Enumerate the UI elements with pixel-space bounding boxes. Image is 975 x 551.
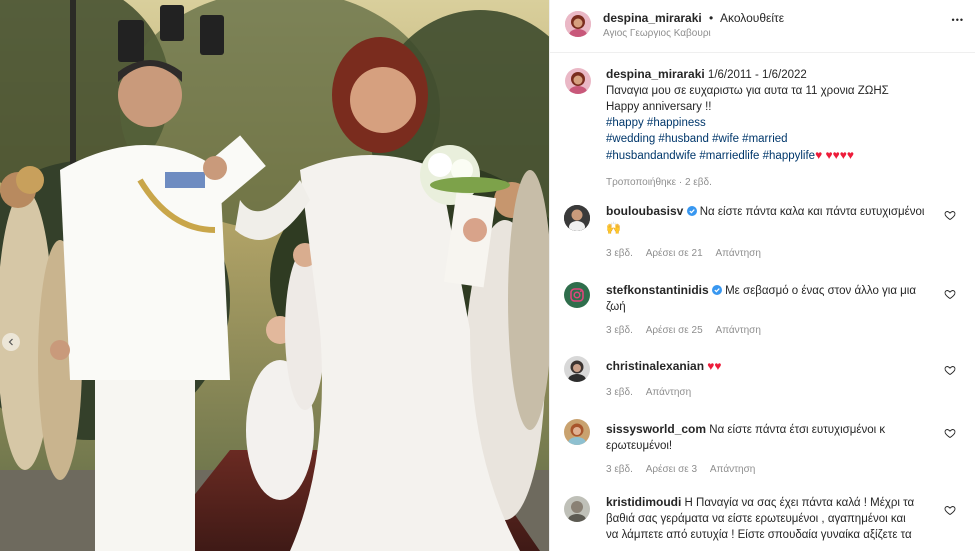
- comment-text: ερωτευμένοι!: [606, 440, 673, 452]
- comment-username[interactable]: stefkonstantinidis: [606, 283, 709, 297]
- post-sidebar: despina_miraraki • Ακολουθείτε Αγιος Γεω…: [549, 0, 975, 551]
- caption-edited-time: Τροποποιήθηκε · 2 εβδ.: [606, 177, 712, 188]
- avatar-image: [564, 205, 590, 231]
- post-location[interactable]: Αγιος Γεωργιος Καβουρι: [603, 28, 711, 39]
- comment-text: να λάμπετε από ευτυχία ! Είστε σπουδαία …: [606, 529, 912, 541]
- avatar-image: [564, 419, 590, 445]
- post-photo: [0, 0, 549, 551]
- header-separator: •: [709, 11, 714, 25]
- heart-icon[interactable]: [944, 288, 956, 300]
- comment-text: Να είστε πάντα καλα και πάντα ευτυχισμέν…: [699, 206, 925, 218]
- avatar-image: [564, 356, 590, 382]
- heart-icon[interactable]: [944, 364, 956, 376]
- comment-username[interactable]: bouloubasisv: [606, 204, 683, 218]
- comment-text: Η Παναγία να σας έχει πάντα καλά ! Μέχρι…: [684, 497, 915, 509]
- caption-hashtags[interactable]: #wedding #husband #wife #married: [606, 131, 966, 147]
- post-header: despina_miraraki • Ακολουθείτε Αγιος Γεω…: [550, 0, 975, 53]
- avatar[interactable]: [564, 419, 590, 445]
- heart-icon[interactable]: [944, 504, 956, 516]
- comment-body: stefkonstantinidis Με σεβασμό ο ένας στο…: [606, 282, 936, 315]
- reply-button[interactable]: Απάντηση: [715, 248, 760, 259]
- chevron-left-icon: [8, 338, 13, 346]
- comment-body: bouloubasisv Να είστε πάντα καλα και πάν…: [606, 203, 936, 237]
- comment-meta: 3 εβδ. Αρέσει σε 25 Απάντηση: [606, 325, 761, 336]
- post-author-username[interactable]: despina_miraraki: [603, 11, 702, 25]
- caption-hashtags[interactable]: #happy #happiness: [606, 115, 966, 131]
- reply-button[interactable]: Απάντηση: [710, 464, 755, 475]
- caption-username[interactable]: despina_miraraki: [606, 67, 705, 81]
- comment-text: Με σεβασμό ο ένας στον άλλο για μια: [725, 285, 917, 297]
- comment-time[interactable]: 3 εβδ.: [606, 248, 633, 259]
- comment-text: ζωή: [606, 301, 626, 313]
- caption-avatar[interactable]: [565, 68, 591, 94]
- caption-line: Παναγια μου σε ευχαριστω για αυτα τα 11 …: [606, 85, 889, 97]
- caption-line: Happy anniversary !!: [606, 101, 712, 113]
- comment-username[interactable]: kristidimoudi: [606, 495, 681, 509]
- more-options-icon[interactable]: •••: [952, 15, 964, 25]
- avatar-image: [564, 496, 590, 522]
- comment-body: christinalexanian ♥♥: [606, 358, 936, 375]
- avatar[interactable]: [564, 205, 590, 231]
- avatar[interactable]: [564, 282, 590, 308]
- wedding-photo: [0, 0, 549, 551]
- comment-time[interactable]: 3 εβδ.: [606, 464, 633, 475]
- verified-badge-icon: [711, 285, 722, 295]
- avatar-image: [565, 68, 591, 94]
- avatar[interactable]: [565, 11, 591, 37]
- reply-button[interactable]: Απάντηση: [715, 325, 760, 336]
- comment-likes[interactable]: Αρέσει σε 25: [646, 325, 703, 336]
- comment-meta: 3 εβδ. Αρέσει σε 3 Απάντηση: [606, 464, 755, 475]
- heart-emoji: ♥ ♥♥♥♥: [815, 148, 855, 162]
- comment-body: kristidimoudi Η Παναγία να σας έχει πάντ…: [606, 494, 941, 543]
- comment-meta: 3 εβδ. Αρέσει σε 21 Απάντηση: [606, 248, 761, 259]
- comment-meta: 3 εβδ. Απάντηση: [606, 387, 691, 398]
- heart-emoji: ♥♥: [707, 359, 722, 373]
- comment-username[interactable]: christinalexanian: [606, 359, 704, 373]
- comment-body: sissysworld_com Να είστε πάντα έτσι ευτυ…: [606, 421, 936, 454]
- comment-emoji: 🙌: [606, 221, 621, 235]
- reply-button[interactable]: Απάντηση: [646, 387, 691, 398]
- avatar[interactable]: [564, 496, 590, 522]
- comment-text: Να είστε πάντα έτσι ευτυχισμένοι κ: [709, 424, 886, 436]
- verified-badge-icon: [686, 206, 697, 216]
- caption: despina_miraraki 1/6/2011 - 1/6/2022 Παν…: [606, 66, 966, 191]
- carousel-prev-button[interactable]: [2, 333, 20, 351]
- avatar-image: [565, 11, 591, 37]
- following-button[interactable]: Ακολουθείτε: [720, 11, 784, 25]
- comment-time[interactable]: 3 εβδ.: [606, 325, 633, 336]
- instagram-icon: [564, 282, 590, 308]
- comment-username[interactable]: sissysworld_com: [606, 422, 706, 436]
- heart-icon[interactable]: [944, 209, 956, 221]
- comment-likes[interactable]: Αρέσει σε 3: [646, 464, 697, 475]
- caption-hashtags[interactable]: #husbandandwife #marriedlife #happylife: [606, 150, 815, 162]
- comment-time[interactable]: 3 εβδ.: [606, 387, 633, 398]
- heart-icon[interactable]: [944, 427, 956, 439]
- comment-likes[interactable]: Αρέσει σε 21: [646, 248, 703, 259]
- caption-dates: 1/6/2011 - 1/6/2022: [707, 69, 807, 81]
- comment-text: βαθιά σας γεράματα να είστε ερωτευμένοι …: [606, 513, 906, 525]
- avatar[interactable]: [564, 356, 590, 382]
